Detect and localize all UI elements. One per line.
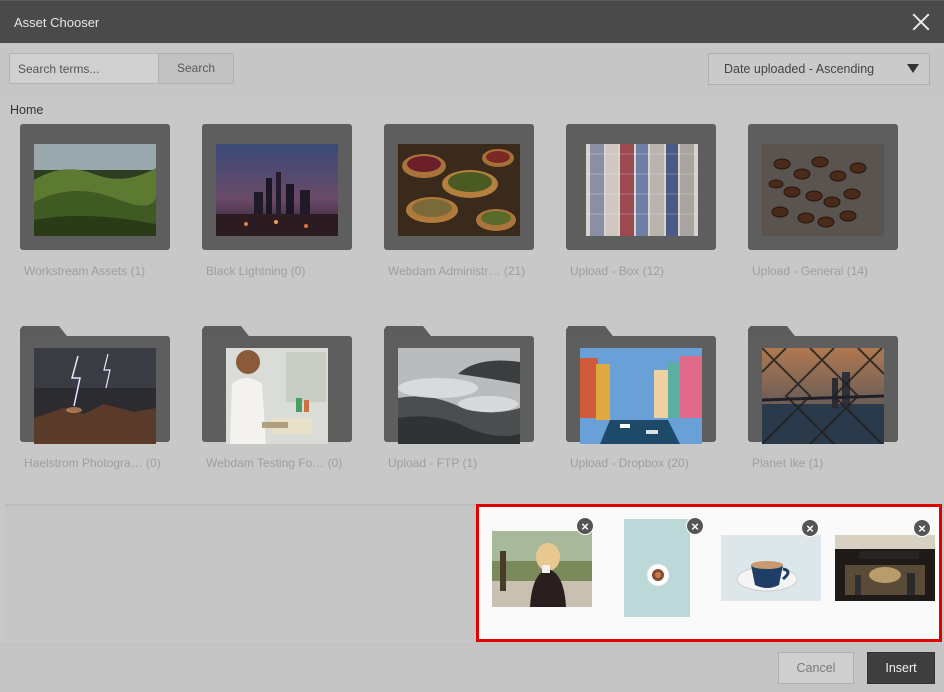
folder-label: Planet Ike (1) bbox=[752, 456, 824, 470]
selected-asset[interactable]: × bbox=[492, 517, 594, 607]
selected-thumbnail bbox=[492, 531, 592, 607]
selected-thumbnail bbox=[721, 535, 821, 601]
selected-asset[interactable]: × bbox=[721, 519, 821, 601]
folder-thumbnail bbox=[586, 144, 698, 236]
remove-icon[interactable]: × bbox=[801, 519, 819, 537]
folder-item[interactable]: Upload - Dropbox (20) bbox=[566, 326, 716, 486]
search-input[interactable] bbox=[9, 53, 159, 84]
folder-item[interactable]: Upload - General (14) bbox=[748, 124, 898, 294]
folder-label: Black Lightning (0) bbox=[206, 264, 306, 278]
title-bar: Asset Chooser bbox=[0, 0, 944, 43]
dialog-footer: Cancel Insert bbox=[0, 642, 944, 692]
folder-thumbnail bbox=[34, 348, 156, 444]
remove-icon[interactable]: × bbox=[686, 517, 704, 535]
folder-thumbnail bbox=[762, 348, 884, 444]
selected-asset[interactable]: × bbox=[624, 517, 704, 617]
breadcrumb-home[interactable]: Home bbox=[10, 103, 43, 117]
remove-icon[interactable]: × bbox=[913, 519, 931, 537]
folder-label: Webdam Testing Fo… (0) bbox=[206, 456, 343, 470]
folder-thumbnail bbox=[34, 144, 156, 236]
folder-label: Upload - General (14) bbox=[752, 264, 869, 278]
folder-label: Webdam Administr… (21) bbox=[388, 264, 526, 278]
toolbar: Search Date uploaded - Ascending bbox=[0, 43, 944, 95]
folder-item[interactable]: Black Lightning (0) bbox=[202, 124, 352, 294]
selected-thumbnail bbox=[624, 519, 690, 617]
folder-grid: Workstream Assets (1) Black Lightning (0… bbox=[0, 124, 944, 500]
folder-label: Workstream Assets (1) bbox=[24, 264, 146, 278]
folder-thumbnail bbox=[216, 144, 338, 236]
selected-assets-panel: × × × × bbox=[476, 504, 942, 642]
folder-item[interactable]: Upload - Box (12) bbox=[566, 124, 716, 294]
folder-thumbnail bbox=[580, 348, 702, 444]
selected-asset[interactable]: × bbox=[835, 519, 935, 601]
folder-item[interactable]: Planet Ike (1) bbox=[748, 326, 898, 486]
folder-label: Upload - Dropbox (20) bbox=[570, 456, 689, 470]
folder-thumbnail bbox=[398, 144, 520, 236]
folder-label: Haelstrom Photogra… (0) bbox=[24, 456, 161, 470]
folder-thumbnail bbox=[398, 348, 520, 444]
cancel-button[interactable]: Cancel bbox=[778, 652, 854, 684]
insert-button[interactable]: Insert bbox=[867, 652, 935, 684]
selected-thumbnail bbox=[835, 535, 935, 601]
search-button[interactable]: Search bbox=[158, 53, 234, 84]
folder-item[interactable]: Upload - FTP (1) bbox=[384, 326, 534, 486]
dropdown-arrow-icon bbox=[907, 64, 919, 73]
sort-selected-value: Date uploaded - Ascending bbox=[724, 62, 875, 76]
folder-item[interactable]: Webdam Administr… (21) bbox=[384, 124, 534, 294]
folder-item[interactable]: Webdam Testing Fo… (0) bbox=[202, 326, 352, 486]
folder-thumbnail bbox=[762, 144, 884, 236]
folder-thumbnail bbox=[226, 348, 328, 444]
window-title: Asset Chooser bbox=[14, 15, 100, 30]
remove-icon[interactable]: × bbox=[576, 517, 594, 535]
close-icon[interactable] bbox=[910, 11, 932, 33]
breadcrumb: Home bbox=[0, 95, 944, 125]
folder-label: Upload - Box (12) bbox=[570, 264, 665, 278]
folder-item[interactable]: Workstream Assets (1) bbox=[20, 124, 170, 294]
sort-dropdown[interactable]: Date uploaded - Ascending bbox=[708, 53, 930, 85]
folder-label: Upload - FTP (1) bbox=[388, 456, 478, 470]
folder-item[interactable]: Haelstrom Photogra… (0) bbox=[20, 326, 170, 486]
